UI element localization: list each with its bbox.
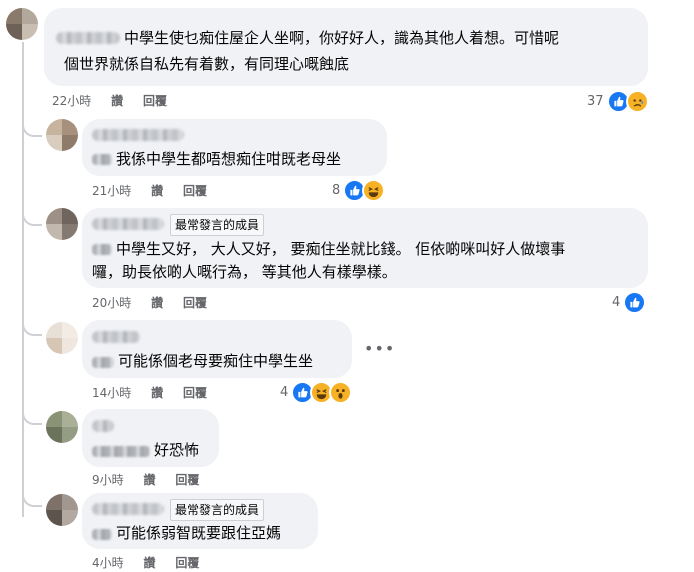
comment-text: 我係中學生都唔想痴住咁既老母坐 <box>116 150 342 168</box>
comment-meta: 21小時 讚 回覆 <box>92 183 223 199</box>
reaction-count: 4 <box>280 384 289 400</box>
reply-button[interactable]: 回覆 <box>175 473 199 487</box>
comment-text: 好恐怖 <box>154 441 200 459</box>
comment-meta: 22小時 讚 回覆 <box>52 93 183 109</box>
author-name[interactable] <box>92 503 164 515</box>
reaction-summary[interactable]: 8 <box>332 178 386 202</box>
comment-bubble: 好恐怖 <box>82 409 219 467</box>
comment-meta: 14小時 讚 回覆 <box>92 385 223 401</box>
comment-meta: 9小時 讚 回覆 <box>92 472 215 488</box>
mention-tag[interactable] <box>92 446 150 457</box>
author-name[interactable] <box>92 129 184 141</box>
like-button[interactable]: 讚 <box>151 296 163 310</box>
mention-tag[interactable] <box>92 529 112 540</box>
reaction-summary[interactable]: 37 <box>587 89 649 113</box>
mention-tag[interactable] <box>92 244 112 255</box>
mention-tag[interactable] <box>92 357 114 368</box>
comment-bubble: 我係中學生都唔想痴住咁既老母坐 <box>82 119 387 176</box>
like-button[interactable]: 讚 <box>111 94 123 108</box>
reply-button[interactable]: 回覆 <box>183 296 207 310</box>
like-button[interactable]: 讚 <box>143 473 155 487</box>
wow-icon <box>329 380 353 404</box>
like-button[interactable]: 讚 <box>151 184 163 198</box>
reaction-count: 8 <box>332 182 341 198</box>
thread-connector <box>22 487 42 507</box>
avatar[interactable] <box>46 411 78 443</box>
sad-icon <box>625 89 649 113</box>
thread-connector <box>22 405 42 425</box>
thread-connector <box>22 117 42 137</box>
author-name[interactable] <box>92 331 140 343</box>
timestamp[interactable]: 4小時 <box>92 556 124 570</box>
mention-tag[interactable] <box>92 154 112 165</box>
comment-text: 囉，助長依啲人嘅行為， 等其他人有樣學樣。 <box>92 263 397 281</box>
like-icon <box>623 290 647 314</box>
top-contributor-badge[interactable]: 最常發言的成員 <box>170 499 265 521</box>
avatar[interactable] <box>46 494 78 526</box>
timestamp[interactable]: 22小時 <box>52 94 91 108</box>
author-name[interactable] <box>92 218 164 230</box>
comment-meta: 20小時 讚 回覆 <box>92 295 223 311</box>
like-button[interactable]: 讚 <box>143 556 155 570</box>
comment-bubble: 可能係個老母要痴住中學生坐 <box>82 320 352 378</box>
comment-meta: 4小時 讚 回覆 <box>92 555 215 571</box>
comment-bubble: 最常發言的成員 中學生又好， 大人又好， 要痴住坐就比錢。 佢依啲咪叫好人做壞事… <box>82 208 648 288</box>
comment-text: 可能係弱智既要跟住亞媽 <box>116 524 282 542</box>
timestamp[interactable]: 9小時 <box>92 473 124 487</box>
timestamp[interactable]: 20小時 <box>92 296 131 310</box>
comment-text: 中學生又好， 大人又好， 要痴住坐就比錢。 佢依啲咪叫好人做壞事 <box>116 240 566 258</box>
thread-line <box>22 42 24 517</box>
reply-button[interactable]: 回覆 <box>143 94 167 108</box>
reaction-count: 37 <box>587 93 604 109</box>
comment-text: 個世界就係自私先有着數，有同理心嘅蝕底 <box>64 55 350 73</box>
avatar[interactable] <box>6 8 38 40</box>
avatar[interactable] <box>46 208 78 240</box>
reaction-count: 4 <box>612 294 621 310</box>
more-options-button[interactable]: ••• <box>364 341 395 357</box>
reply-button[interactable]: 回覆 <box>183 386 207 400</box>
avatar[interactable] <box>46 322 78 354</box>
comment-text: 中學生使乜痴住屋企人坐啊，你好好人，識為其他人着想。可惜呢 <box>124 29 560 47</box>
author-name[interactable] <box>92 420 114 432</box>
like-button[interactable]: 讚 <box>151 386 163 400</box>
reaction-summary[interactable]: 4 <box>612 290 647 314</box>
reply-button[interactable]: 回覆 <box>175 556 199 570</box>
comment-text: 可能係個老母要痴住中學生坐 <box>118 352 314 370</box>
avatar[interactable] <box>46 119 78 151</box>
comment-bubble: 中學生使乜痴住屋企人坐啊，你好好人，識為其他人着想。可惜呢 個世界就係自私先有着… <box>44 8 648 86</box>
reaction-summary[interactable]: 4 <box>280 380 353 404</box>
thread-connector <box>22 316 42 336</box>
top-contributor-badge[interactable]: 最常發言的成員 <box>170 214 265 236</box>
comment-bubble: 最常發言的成員 可能係弱智既要跟住亞媽 <box>82 493 318 549</box>
timestamp[interactable]: 14小時 <box>92 386 131 400</box>
timestamp[interactable]: 21小時 <box>92 184 131 198</box>
haha-icon <box>362 178 386 202</box>
thread-connector <box>22 206 42 226</box>
reply-button[interactable]: 回覆 <box>183 184 207 198</box>
author-name[interactable] <box>56 32 120 44</box>
